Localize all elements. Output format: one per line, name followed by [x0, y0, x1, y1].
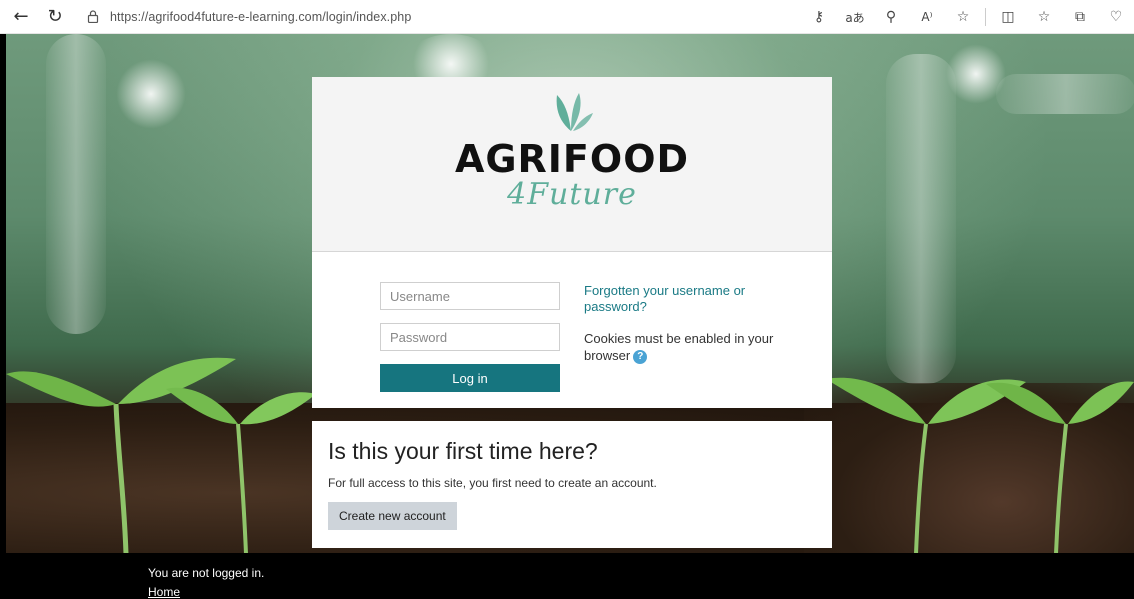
key-icon[interactable]: ⚷ — [801, 0, 837, 34]
login-form: Log in Forgotten your username or passwo… — [312, 252, 832, 408]
browser-toolbar: ← ↻ https://agrifood4future-e-learning.c… — [0, 0, 1134, 34]
favorite-star-icon[interactable]: ☆ — [945, 0, 981, 34]
zoom-icon[interactable]: ⚲ — [873, 0, 909, 34]
split-screen-icon[interactable]: ◫ — [990, 0, 1026, 34]
collections-icon[interactable]: ⧉ — [1062, 0, 1098, 34]
extensions-icon[interactable]: ♡ — [1098, 0, 1134, 34]
brand-name: AGRIFOOD — [454, 137, 690, 181]
home-link[interactable]: Home — [148, 585, 180, 599]
login-button[interactable]: Log in — [380, 364, 560, 392]
help-icon[interactable]: ? — [633, 349, 648, 364]
browser-tools: ⚷ aあ ⚲ A⁾ ☆ ◫ ☆ ⧉ ♡ — [801, 0, 1134, 34]
bg-light — [946, 44, 1006, 104]
seedlings-right — [826, 377, 1134, 553]
read-aloud-icon[interactable]: A⁾ — [909, 0, 945, 34]
page-info-icon[interactable] — [86, 10, 100, 24]
translate-icon[interactable]: aあ — [837, 0, 873, 34]
back-icon[interactable]: ← — [8, 4, 34, 30]
toolbar-divider — [985, 8, 986, 26]
leaf-logo-icon — [556, 93, 593, 131]
address-bar[interactable]: https://agrifood4future-e-learning.com/l… — [110, 10, 411, 24]
create-account-button[interactable]: Create new account — [328, 502, 457, 530]
bg-light — [116, 59, 186, 129]
bg-pipe — [996, 74, 1134, 114]
password-input[interactable] — [380, 323, 560, 351]
favorites-icon[interactable]: ☆ — [1026, 0, 1062, 34]
cookies-notice-text: Cookies must be enabled in your browser — [584, 331, 774, 363]
login-status-text: You are not logged in. — [148, 566, 265, 580]
username-input[interactable] — [380, 282, 560, 310]
signup-panel: Is this your first time here? For full a… — [312, 421, 832, 548]
seedlings-left — [6, 357, 316, 553]
signup-title: Is this your first time here? — [328, 438, 598, 464]
refresh-icon[interactable]: ↻ — [42, 4, 68, 30]
logo-panel: AGRIFOOD 4Future — [312, 77, 832, 252]
cookies-notice: Cookies must be enabled in your browser? — [584, 330, 784, 364]
signup-text: For full access to this site, you first … — [328, 476, 657, 490]
brand-tagline: 4Future — [507, 177, 637, 212]
forgot-password-link[interactable]: Forgotten your username or password? — [584, 283, 784, 315]
page-footer: You are not logged in. Home — [0, 553, 1134, 599]
